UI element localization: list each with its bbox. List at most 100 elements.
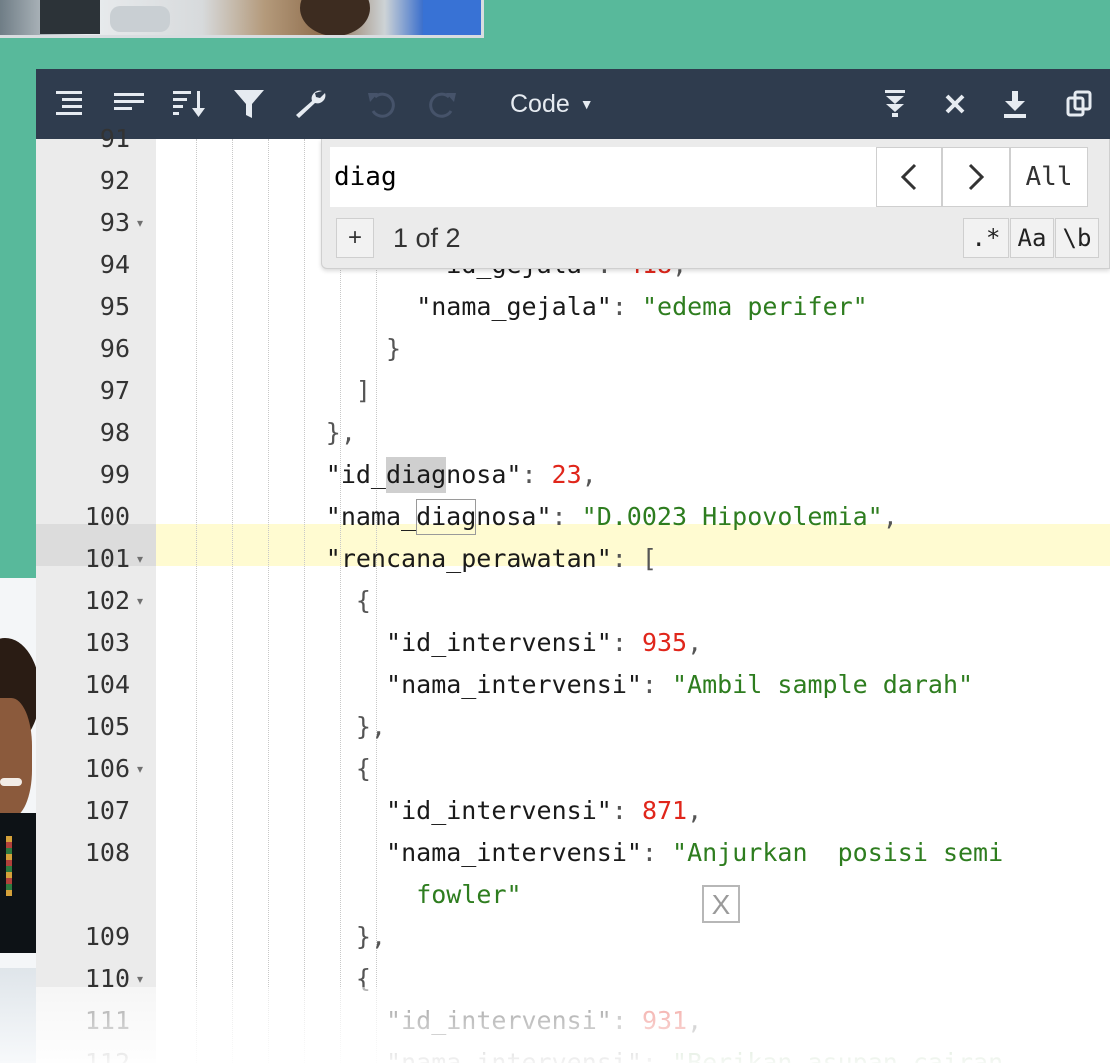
code-text: }, [326, 412, 356, 454]
code-line[interactable]: 108 "nama_intervensi": "Anjurkan posisi s… [36, 832, 1110, 874]
code-line[interactable]: 95 "nama_gejala": "edema perifer" [36, 286, 1110, 328]
code-token: fowler" [416, 880, 522, 909]
code-token: "nama_intervensi" [386, 1048, 642, 1063]
fold-toggle-icon[interactable]: ▾ [137, 202, 143, 244]
code-token: 871 [641, 796, 688, 825]
code-token: "nama_gejala" [416, 292, 612, 321]
code-text: "rencana_perawatan": [ [326, 538, 657, 580]
search-panel: All + 1 of 2 .* Aa \b [321, 139, 1110, 269]
code-text: "id_intervensi": 931, [386, 1000, 702, 1042]
line-number: 93 [99, 208, 130, 237]
code-line[interactable]: fowler" [36, 874, 1110, 916]
fold-toggle-icon[interactable]: ▾ [137, 748, 143, 790]
code-line[interactable]: 99 "id_diagnosa": 23, [36, 454, 1110, 496]
regex-toggle[interactable]: .* [963, 218, 1009, 258]
code-line[interactable]: 97] [36, 370, 1110, 412]
code-text: { [356, 958, 371, 1000]
code-text: "nama_diagnosa": "D.0023 Hipovolemia", [326, 496, 898, 538]
code-line[interactable]: 106 ▾ { [36, 748, 1110, 790]
code-token: , [687, 628, 703, 657]
line-number: 110 [84, 964, 130, 993]
line-number: 104 [84, 670, 130, 699]
line-number: 112 [84, 1048, 130, 1063]
code-token: : [551, 502, 582, 531]
side-photo [0, 578, 36, 1063]
code-text: } [386, 328, 401, 370]
code-token: { [355, 586, 371, 615]
previous-match-button[interactable] [876, 147, 942, 207]
code-token: }, [355, 712, 387, 741]
code-text: { [356, 580, 371, 622]
line-number: 95 [99, 292, 130, 321]
line-number: 103 [84, 628, 130, 657]
chevron-right-icon [968, 163, 985, 191]
code-line[interactable]: 105}, [36, 706, 1110, 748]
code-text: { [356, 748, 371, 790]
match-counter: 1 of 2 [393, 223, 461, 253]
header-photo [0, 0, 484, 38]
search-input[interactable] [330, 147, 876, 207]
code-token: "id_intervensi" [386, 1006, 612, 1035]
code-token: 935 [641, 628, 688, 657]
code-token: { [355, 754, 371, 783]
code-line[interactable]: 103 "id_intervensi": 935, [36, 622, 1110, 664]
code-area[interactable]: 919293▾94"id_gejala": 418,95"nama_gejala… [36, 124, 1110, 1063]
whole-word-toggle[interactable]: \b [1055, 218, 1099, 258]
json-editor: Code ▼ 919293▾94"id_gejala": 418,95"nama… [36, 69, 1110, 1063]
code-token: ] [355, 376, 371, 405]
code-line[interactable]: 102 ▾ { [36, 580, 1110, 622]
code-token: "nama_diagnosa" [325, 502, 552, 531]
code-token: : [611, 796, 642, 825]
code-line[interactable]: 107 "id_intervensi": 871, [36, 790, 1110, 832]
fold-toggle-icon[interactable]: ▾ [137, 538, 143, 580]
code-line[interactable]: 100 "nama_diagnosa": "D.0023 Hipovolemia"… [36, 496, 1110, 538]
code-text: }, [356, 916, 386, 958]
code-token: "Berikan asupan cairan [672, 1048, 1004, 1063]
code-token: } [386, 334, 402, 363]
chevron-left-icon [900, 163, 917, 191]
line-number: 106 [84, 754, 130, 783]
code-token: }, [355, 922, 387, 951]
code-text: "nama_intervensi": "Ambil sample darah" [386, 664, 973, 706]
code-text: fowler" [416, 874, 521, 916]
code-token: }, [325, 418, 356, 447]
code-line[interactable]: 98}, [36, 412, 1110, 454]
code-line[interactable]: 101 ▾ "rencana_perawatan": [ [36, 538, 1110, 580]
next-match-button[interactable] [942, 147, 1010, 207]
code-token: : [611, 628, 642, 657]
code-token: : [641, 670, 673, 699]
code-text: "id_intervensi": 935, [386, 622, 702, 664]
code-line[interactable]: 111 "id_intervensi": 931, [36, 1000, 1110, 1042]
code-token: "edema perifer" [641, 292, 868, 321]
code-line[interactable]: 112 "nama_intervensi": "Berikan asupan ca… [36, 1042, 1110, 1063]
code-token: : [611, 292, 642, 321]
code-token: "Ambil sample darah" [672, 670, 974, 699]
line-number: 100 [84, 502, 130, 531]
close-button[interactable]: X [702, 885, 740, 923]
line-number: 96 [99, 334, 130, 363]
code-token: : [641, 1048, 673, 1063]
line-number: 98 [99, 418, 130, 447]
code-token: "rencana_perawatan" [325, 544, 612, 573]
code-text: "nama_gejala": "edema perifer" [416, 286, 868, 328]
line-number: 97 [99, 376, 130, 405]
code-line[interactable]: 109}, [36, 916, 1110, 958]
code-token: : [521, 460, 552, 489]
code-text: ] [356, 370, 371, 412]
chevron-down-icon: ▼ [579, 96, 594, 112]
code-line[interactable]: 96} [36, 328, 1110, 370]
line-number: 91 [99, 124, 130, 153]
select-all-matches-button[interactable]: All [1010, 147, 1088, 207]
case-sensitive-toggle[interactable]: Aa [1010, 218, 1054, 258]
fold-toggle-icon[interactable]: ▾ [137, 958, 143, 1000]
code-token: "nama_intervensi" [386, 838, 642, 867]
code-line[interactable]: 104 "nama_intervensi": "Ambil sample dara… [36, 664, 1110, 706]
toggle-replace-button[interactable]: + [336, 218, 374, 258]
line-number: 105 [84, 712, 130, 741]
code-token: 23 [551, 460, 582, 489]
code-line[interactable]: 110 ▾ { [36, 958, 1110, 1000]
code-token: "id_intervensi" [386, 628, 612, 657]
code-token: : [611, 1006, 642, 1035]
code-token: , [687, 1006, 703, 1035]
fold-toggle-icon[interactable]: ▾ [137, 580, 143, 622]
